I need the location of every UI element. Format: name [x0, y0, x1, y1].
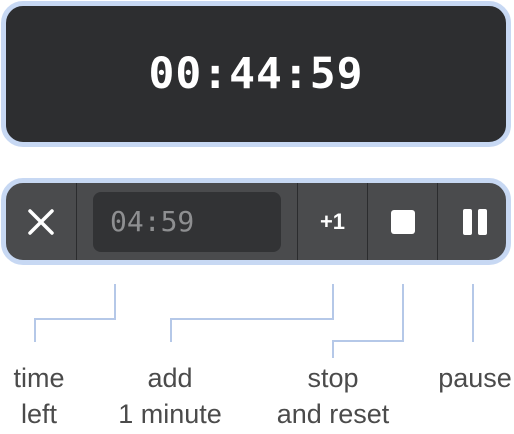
label-add-one-minute: add 1 minute	[118, 363, 222, 429]
label-time-left: time left	[13, 363, 65, 429]
label-pause: pause	[438, 363, 512, 393]
label-stop-and-reset: stop and reset	[276, 363, 390, 429]
leader-time-left	[34, 284, 116, 342]
leader-add-minute	[170, 284, 334, 342]
leader-stop-reset	[332, 284, 404, 358]
